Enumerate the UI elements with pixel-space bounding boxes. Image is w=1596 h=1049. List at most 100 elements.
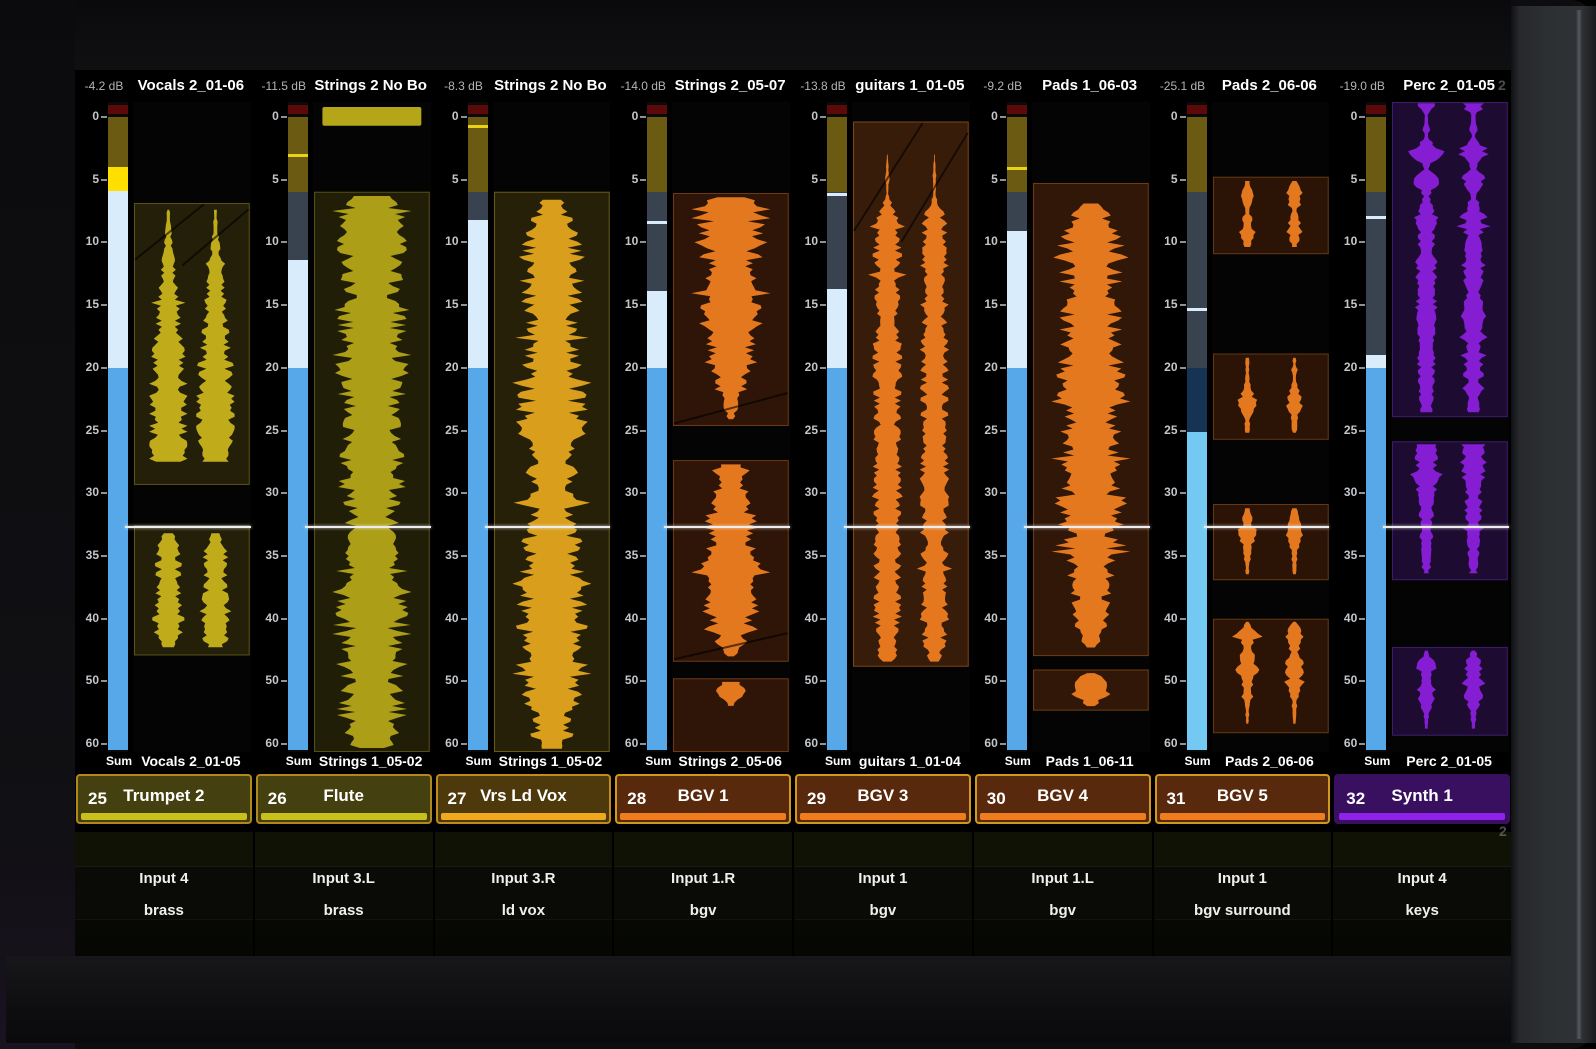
meter-segment xyxy=(108,367,128,750)
bezel-bottom xyxy=(6,956,1511,1043)
meter-segment xyxy=(467,117,488,193)
strip-footer: Sum Pads 1_06-11 xyxy=(974,752,1152,772)
scale-tick-label: 30 xyxy=(85,485,99,500)
channel-strip: -13.8 dB guitars 1_01-05 0 5 10 15 20 25 30 35 4… xyxy=(794,70,972,956)
scale-tick-label: 10 xyxy=(1343,234,1358,249)
scale-tick-mark xyxy=(820,366,826,369)
channel-select-button[interactable]: 25 Trumpet 2 xyxy=(76,774,252,824)
scale-tick-mark xyxy=(999,492,1006,495)
scale-tick-label: 35 xyxy=(984,547,998,562)
scale-tick-mark xyxy=(820,116,826,118)
scale-tick-label: 40 xyxy=(85,610,99,625)
channel-select-button[interactable]: 29 BGV 3 xyxy=(795,774,971,824)
input-info: Input 1 bgv surround xyxy=(1153,832,1332,956)
meter-segment xyxy=(108,190,128,368)
meter-segment xyxy=(1186,117,1207,193)
scale-tick-mark xyxy=(820,178,826,181)
scale-tick-label: 60 xyxy=(445,736,459,750)
meter-row: 0 5 10 15 20 25 30 35 40 50 60 xyxy=(255,102,433,752)
scale-tick-mark xyxy=(280,241,287,244)
scale-tick-label: 35 xyxy=(624,547,639,562)
scale-tick-mark xyxy=(999,366,1006,369)
scale-tick-mark xyxy=(101,554,107,557)
peak-hold-line xyxy=(1366,216,1387,220)
input-info: Input 3.L brass xyxy=(254,832,433,956)
strip-footer: Sum guitars 1_01-04 xyxy=(794,752,972,772)
meter-segment xyxy=(1006,367,1027,750)
scale-tick-label: 10 xyxy=(624,234,639,249)
clip-indicator xyxy=(827,105,847,114)
meter-bar xyxy=(1186,102,1207,752)
scale-tick-label: 0 xyxy=(811,109,818,123)
track-name-bottom: Strings 1_05-02 xyxy=(498,753,603,769)
track-name-bottom: Strings 1_05-02 xyxy=(318,753,423,769)
scale-tick-label: 30 xyxy=(265,485,279,500)
channel-strip: -19.0 dB Perc 2_01-05 0 5 10 15 20 25 30 35 40 50… xyxy=(1333,70,1511,956)
scale-tick-mark xyxy=(460,304,467,307)
scale-tick-mark xyxy=(640,492,647,495)
meter-scale: 0 5 10 15 20 25 30 35 40 50 60 xyxy=(794,102,826,752)
scale-tick-label: 5 xyxy=(631,171,639,186)
meter-segment xyxy=(827,192,847,289)
scale-tick-mark xyxy=(460,743,467,745)
scale-tick-mark xyxy=(460,178,467,181)
scale-tick-label: 60 xyxy=(1343,736,1358,750)
scale-tick-mark xyxy=(999,304,1006,307)
channel-select-button[interactable]: 32 Synth 1 xyxy=(1334,774,1510,824)
bezel-edge-highlight xyxy=(1576,10,1582,1039)
scale-tick-mark xyxy=(820,680,826,683)
input-group: bgv xyxy=(869,902,897,919)
scale-tick-mark xyxy=(1179,178,1186,181)
scale-tick-mark xyxy=(1359,304,1366,307)
scale-tick-mark xyxy=(640,743,647,745)
scale-tick-mark xyxy=(640,617,647,620)
input-group: bgv xyxy=(689,902,717,919)
scale-tick-mark xyxy=(1359,554,1366,557)
track-name-bottom: Perc 2_01-05 xyxy=(1406,753,1492,769)
meter-scale: 0 5 10 15 20 25 30 35 40 50 60 xyxy=(75,102,107,752)
meter-row: 0 5 10 15 20 25 30 35 40 50 60 xyxy=(794,102,972,752)
clip-indicator xyxy=(1006,105,1027,114)
scale-tick-mark xyxy=(1179,366,1186,369)
channel-strip: -4.2 dB Vocals 2_01-06 0 5 10 15 20 25 30 35 40 5… xyxy=(75,70,253,956)
input-group: bgv xyxy=(1049,902,1076,919)
channel-select-button[interactable]: 31 BGV 5 xyxy=(1154,774,1331,824)
scale-tick-mark xyxy=(1179,554,1186,557)
scale-tick-label: 25 xyxy=(1164,422,1178,437)
scale-tick-label: 25 xyxy=(265,422,279,437)
scale-tick-mark xyxy=(640,178,647,181)
peak-hold-line xyxy=(647,221,668,225)
channel-number: 31 xyxy=(1166,789,1186,808)
scale-tick-label: 5 xyxy=(1350,171,1358,186)
meter-segment xyxy=(1006,192,1027,232)
scale-tick-label: 25 xyxy=(624,422,639,437)
scale-tick-mark xyxy=(999,554,1006,557)
channel-select-button[interactable]: 30 BGV 4 xyxy=(974,774,1151,824)
channel-select-button[interactable]: 27 Vrs Ld Vox xyxy=(435,774,612,824)
scale-tick-mark xyxy=(101,492,107,495)
track-name-top: Vocals 2_01-06 xyxy=(137,77,245,94)
scale-tick-label: 20 xyxy=(85,359,99,374)
scale-tick-mark xyxy=(820,304,826,307)
meter-segment xyxy=(467,192,488,220)
scale-tick-label: 35 xyxy=(1343,547,1358,562)
scale-tick-label: 0 xyxy=(1350,109,1358,123)
channel-select-button[interactable]: 28 BGV 1 xyxy=(615,774,791,824)
bezel-left xyxy=(0,0,75,1049)
scale-tick-label: 5 xyxy=(272,171,279,186)
scale-tick-mark xyxy=(101,241,107,244)
scale-tick-mark xyxy=(101,617,107,620)
scale-tick-label: 5 xyxy=(92,171,99,186)
waveform-display xyxy=(1031,102,1150,752)
meter-segment xyxy=(108,167,128,191)
waveform-display xyxy=(852,102,970,752)
strip-header: -25.1 dB Pads 2_06-06 xyxy=(1154,70,1332,102)
strip-footer: Sum Strings 1_05-02 xyxy=(255,752,433,772)
meter-scale: 0 5 10 15 20 25 30 35 40 50 60 xyxy=(255,102,287,752)
channel-select-button[interactable]: 26 Flute xyxy=(255,774,432,824)
scale-tick-label: 20 xyxy=(445,359,459,374)
meter-scale: 0 5 10 15 20 25 30 35 40 50 60 xyxy=(614,102,647,752)
scale-tick-label: 20 xyxy=(1343,359,1358,374)
scale-tick-label: 5 xyxy=(991,171,998,186)
meter-segment xyxy=(1186,431,1207,750)
